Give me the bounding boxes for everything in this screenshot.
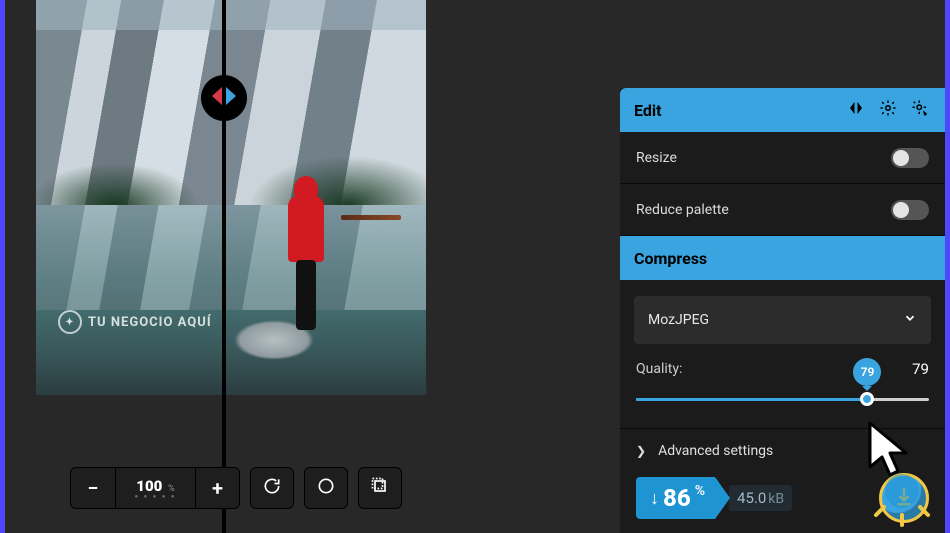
savings-percent: 86 <box>663 484 691 512</box>
zoom-out-button[interactable]: − <box>71 468 115 508</box>
preview-boat <box>341 215 401 220</box>
gear-plus-icon <box>911 99 929 121</box>
compress-section-title: Compress <box>634 249 707 268</box>
output-size-unit: kB <box>768 491 784 507</box>
edit-section-header: Edit <box>620 88 945 132</box>
preview-person <box>286 166 326 334</box>
rotate-icon <box>262 476 282 500</box>
settings-output-button[interactable] <box>909 99 931 121</box>
quality-slider-tooltip: 79 <box>853 358 881 386</box>
resize-label: Resize <box>636 150 677 166</box>
compress-section-header: Compress <box>620 236 945 280</box>
resize-toggle[interactable] <box>891 148 929 168</box>
watermark: ✦ TU NEGOCIO AQUÍ <box>58 310 212 334</box>
compare-toggle-button[interactable] <box>845 99 867 121</box>
reduce-palette-label: Reduce palette <box>636 202 729 218</box>
transform-button[interactable] <box>358 467 402 509</box>
zoom-in-button[interactable]: + <box>195 468 239 508</box>
resize-row: Resize <box>620 132 945 184</box>
watermark-logo-icon: ✦ <box>58 310 82 334</box>
compare-handle-icon <box>210 85 238 111</box>
rotate-button[interactable] <box>250 467 294 509</box>
settings-panel: Edit Resize Reduce palette Compress <box>620 88 945 533</box>
result-bar: ↓ 86 % 45.0kB <box>620 473 945 523</box>
output-size-value: 45.0 <box>737 489 766 507</box>
down-arrow-icon: ↓ <box>650 488 659 509</box>
encoder-value: MozJPEG <box>648 312 709 328</box>
crop-icon <box>370 476 390 500</box>
reduce-palette-toggle[interactable] <box>891 200 929 220</box>
chevron-right-icon: ❯ <box>636 444 646 458</box>
edit-section-title: Edit <box>634 101 662 120</box>
quality-slider-fill <box>636 398 867 401</box>
reset-button[interactable] <box>304 467 348 509</box>
reduce-palette-row: Reduce palette <box>620 184 945 236</box>
quality-label: Quality: <box>636 361 682 377</box>
output-size: 45.0kB <box>729 485 792 511</box>
download-icon <box>893 485 915 511</box>
watermark-text: TU NEGOCIO AQUÍ <box>88 315 212 330</box>
zoom-value-grip-icon: ● ● ● ● ● <box>134 495 176 499</box>
chevron-down-icon <box>903 311 917 329</box>
quality-value: 79 <box>901 360 929 378</box>
image-preview: ✦ TU NEGOCIO AQUÍ <box>36 0 426 395</box>
advanced-settings-toggle[interactable]: ❯ Advanced settings <box>620 428 945 479</box>
savings-unit: % <box>695 483 705 499</box>
advanced-settings-label: Advanced settings <box>658 443 773 459</box>
download-button[interactable] <box>879 473 929 523</box>
zoom-group: − 100 % ● ● ● ● ● + <box>70 467 240 509</box>
zoom-toolbar: − 100 % ● ● ● ● ● + <box>70 467 402 509</box>
preview-reflection <box>36 205 426 310</box>
savings-badge: ↓ 86 % <box>636 477 715 519</box>
encoder-select[interactable]: MozJPEG <box>634 296 931 344</box>
compare-arrows-icon <box>847 99 865 121</box>
settings-source-button[interactable] <box>877 99 899 121</box>
quality-row: Quality: 79 <box>620 354 945 378</box>
circle-icon <box>316 476 336 500</box>
compare-handle[interactable] <box>201 75 247 121</box>
quality-slider-thumb[interactable] <box>860 392 874 406</box>
gear-icon <box>879 99 897 121</box>
zoom-value[interactable]: 100 % ● ● ● ● ● <box>115 468 195 508</box>
quality-slider[interactable]: 79 <box>636 386 929 414</box>
